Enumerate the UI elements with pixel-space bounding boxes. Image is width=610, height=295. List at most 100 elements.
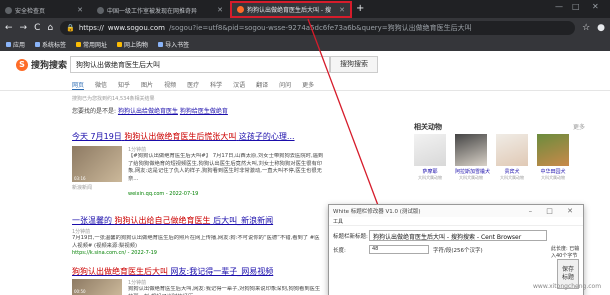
- title-text: 后大叫_新浪新闻: [213, 216, 274, 225]
- tab-sogou-search[interactable]: 狗狗认出做绝育医生后大叫 - 搜 ✕: [230, 1, 352, 18]
- url-path: /sogou?ie=utf8&pid=sogou-wsse-9274a5dc6f…: [168, 24, 472, 32]
- divider: [0, 90, 610, 91]
- bookmark-import[interactable]: 导入书签: [158, 40, 189, 49]
- bookmark-label: 常用网址: [83, 42, 108, 49]
- forward-button[interactable]: →: [20, 23, 28, 33]
- bookmark-shopping[interactable]: 网上购物: [117, 40, 148, 49]
- title-keyword: 狗狗认出做绝育医生后大叫: [72, 267, 168, 276]
- related-item[interactable]: 贵宾犬 大科犬属动物: [496, 134, 528, 181]
- screenshot-frame: 安全检查页 ✕ 中国一级工作室被发现在网推奇异 ✕ 狗狗认出做绝育医生后大叫 -…: [0, 0, 610, 295]
- related-name: 阿拉斯加雪橇犬: [455, 169, 491, 175]
- tab-security-check[interactable]: 安全检查页 ✕: [0, 2, 88, 18]
- bookmark-label: 网上购物: [124, 42, 149, 49]
- result-source: 新浪新闻: [72, 185, 93, 191]
- address-bar[interactable]: 🔒 https:// www.sogou.com /sogou?ie=utf8&…: [60, 21, 576, 35]
- bookmarks-bar: 应用 系统标签 常用网址 网上购物 导入书签: [0, 38, 610, 51]
- result-title[interactable]: 今天 7月19日 狗狗认出做绝育医生后慌张大叫 这孩子的心理...: [72, 131, 295, 142]
- tab-strip: 安全检查页 ✕ 中国一级工作室被发现在网推奇异 ✕ 狗狗认出做绝育医生后大叫 -…: [0, 0, 610, 18]
- animal-image: [455, 134, 487, 166]
- video-duration: 03:16: [74, 176, 86, 181]
- watermark: www.xitongcheng.com: [533, 283, 602, 290]
- sogou-logo-icon: S: [16, 58, 28, 71]
- minimize-button[interactable]: —: [555, 2, 563, 11]
- window-title: White 标题栏修改器 V1.0 (测试版): [333, 209, 421, 215]
- new-title-label: 标题栏新标题:: [333, 234, 368, 240]
- related-item[interactable]: 萨摩耶 大科犬属动物: [414, 134, 446, 181]
- result-title[interactable]: 一张温馨的 狗狗认出给自己做绝育医生 后大叫_新浪新闻: [72, 215, 273, 226]
- window-titlebar: White 标题栏修改器 V1.0 (测试版) – □ ✕: [329, 205, 583, 217]
- star-icon[interactable]: ☆: [582, 23, 590, 33]
- home-button[interactable]: ⌂: [47, 23, 53, 33]
- search-input[interactable]: 狗狗认出做绝育医生后大叫: [70, 56, 330, 73]
- related-more-link[interactable]: 更多: [573, 122, 585, 131]
- result-snippet: 7月19日,一张温馨的狗狗认出做绝育医生后的照片在网上传播,网友:狗:不可说你的…: [72, 235, 320, 249]
- url-host: www.sogou.com: [107, 24, 165, 32]
- related-name: 萨摩耶: [422, 169, 438, 175]
- folder-icon: [35, 42, 41, 47]
- back-button[interactable]: ←: [5, 23, 13, 33]
- related-sub: 大科犬属动物: [541, 175, 565, 180]
- new-title-input[interactable]: 狗狗认出做绝育医生后大叫 - 搜狗搜索 - Cent Browser: [369, 230, 547, 241]
- new-tab-button[interactable]: +: [356, 2, 364, 16]
- window-menu[interactable]: 工具: [329, 217, 583, 226]
- related-sub: 大科犬属动物: [418, 175, 442, 180]
- sogou-icon: [237, 6, 244, 13]
- length-input[interactable]: 48: [369, 245, 429, 254]
- related-name: 贵宾犬: [504, 169, 520, 175]
- title-text: 一张温馨的: [72, 216, 112, 225]
- video-thumbnail[interactable]: 00:50: [72, 279, 122, 295]
- hint-prefix: 您要找的是不是:: [72, 108, 117, 115]
- folder-icon: [76, 42, 82, 47]
- lock-icon: 🔒: [66, 24, 75, 32]
- tab-news[interactable]: 中国一级工作室被发现在网推奇异 ✕: [92, 2, 228, 18]
- video-duration: 00:50: [74, 289, 86, 294]
- animal-image: [496, 134, 528, 166]
- sogou-logo[interactable]: S 搜狗搜索: [16, 58, 67, 71]
- close-icon[interactable]: ✕: [77, 6, 83, 14]
- page-icon: [5, 6, 12, 14]
- bookmark-label: 应用: [13, 42, 26, 49]
- close-icon[interactable]: ✕: [339, 6, 345, 14]
- result-title[interactable]: 狗狗认出做绝育医生后大叫 网友:我记得一辈子_网易视频: [72, 266, 273, 277]
- title-modifier-window: White 标题栏修改器 V1.0 (测试版) – □ ✕ 工具 标题栏新标题:…: [328, 204, 584, 295]
- hint-link[interactable]: 狗狗认出给做绝育医生: [118, 108, 178, 115]
- save-label: 保存: [561, 266, 574, 273]
- bookmark-label: 导入书签: [165, 42, 190, 49]
- related-item[interactable]: 阿拉斯加雪橇犬 大科犬属动物: [455, 134, 491, 181]
- title-text: 网友:我记得一辈子_网易视频: [170, 267, 274, 276]
- close-window-button[interactable]: ✕: [592, 2, 599, 11]
- video-thumbnail[interactable]: 03:16: [72, 146, 122, 182]
- import-icon: [158, 42, 164, 47]
- result-time: 1分钟前: [128, 280, 147, 286]
- length-label: 长度:: [333, 248, 346, 254]
- apps-icon: [6, 42, 11, 47]
- tab-label: 安全检查页: [15, 7, 46, 15]
- maximize-button[interactable]: □: [572, 2, 580, 11]
- title-keyword: 狗狗认出给自己做绝育医生: [114, 216, 211, 225]
- bookmark-common[interactable]: 常用网址: [76, 40, 107, 49]
- profile-icon[interactable]: ●: [597, 23, 605, 33]
- tab-label: 中国一级工作室被发现在网推奇异: [107, 7, 198, 15]
- bookmark-apps[interactable]: 应用: [6, 40, 25, 49]
- close-icon[interactable]: ✕: [217, 6, 223, 14]
- bookmark-system[interactable]: 系统标签: [35, 40, 66, 49]
- folder-icon: [117, 42, 123, 47]
- result-snippet: 【#狗狗认出做绝育医生后大叫#】 7月17日,山西太原,刘女士带狗狗去医院时,遇…: [128, 153, 324, 182]
- title-text: 今天 7月19日: [72, 132, 122, 141]
- result-url: https://k.sina.com.cn/ - 2022-7-19: [72, 250, 157, 256]
- spelling-hint: 您要找的是不是: 狗狗认出给做绝育医生 狗狗给医生做绝育: [72, 106, 228, 115]
- search-button[interactable]: 搜狗搜索: [330, 56, 378, 73]
- hint-link[interactable]: 狗狗给医生做绝育: [180, 108, 228, 115]
- result-time: 1分钟前: [72, 229, 91, 235]
- reload-button[interactable]: C: [34, 23, 40, 33]
- window-controls[interactable]: – □ ✕: [529, 207, 579, 215]
- related-name: 中华田园犬: [540, 169, 566, 175]
- result-count: 搜狗已为您找到约14,534条相关结果: [72, 96, 155, 102]
- length-unit-note: 字符/段(256个汉字): [433, 248, 483, 254]
- tab-label: 狗狗认出做绝育医生后大叫 - 搜: [247, 7, 331, 14]
- length-note: 此长度: 已输入40个字节: [551, 246, 580, 259]
- related-sub: 大科犬属动物: [500, 175, 524, 180]
- title-keyword: 狗狗认出做绝育医生后慌张大叫: [124, 132, 237, 141]
- save-label: 标题: [561, 274, 574, 281]
- related-item[interactable]: 中华田园犬 大科犬属动物: [537, 134, 569, 181]
